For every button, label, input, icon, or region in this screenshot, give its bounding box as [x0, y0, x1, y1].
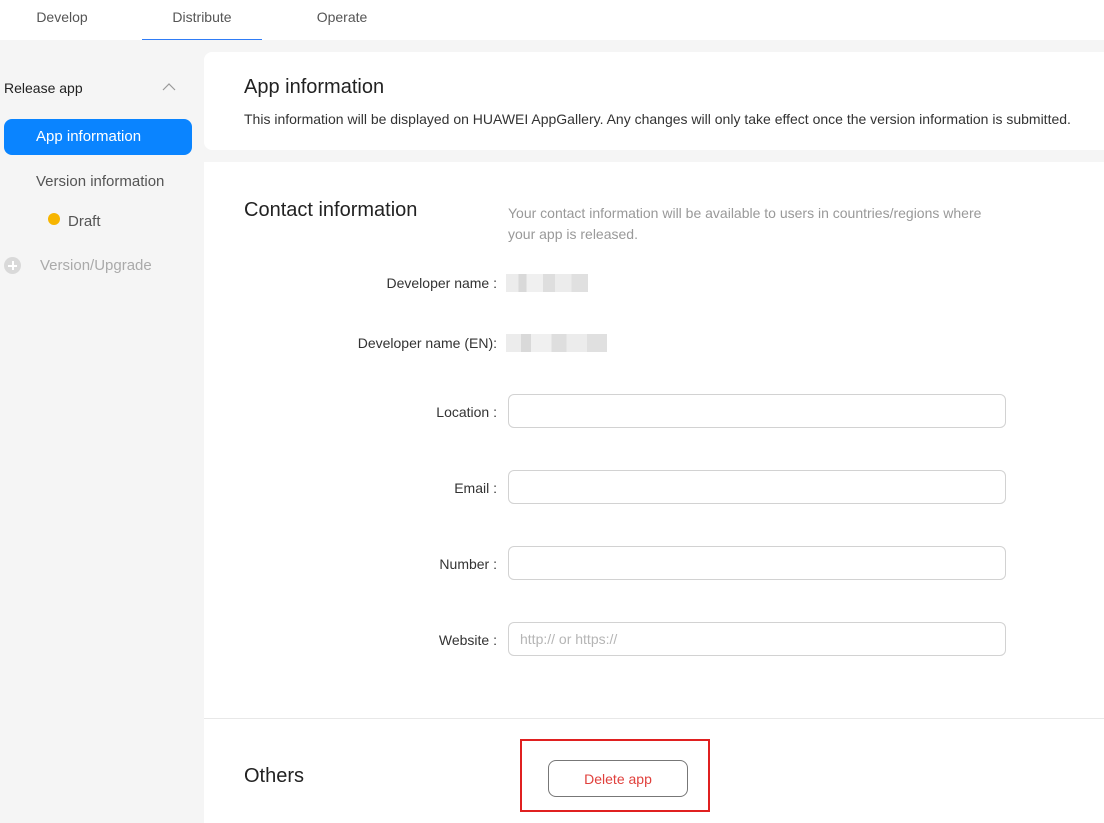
- draft-status-dot-icon: [48, 213, 60, 225]
- email-label: Email :: [454, 480, 497, 496]
- sidebar-item-label: App information: [36, 128, 142, 145]
- developer-name-value-redacted: [506, 274, 588, 292]
- contact-information-section: Contact information Your contact informa…: [204, 162, 1104, 719]
- tab-operate[interactable]: Operate: [302, 0, 382, 40]
- sidebar-item-draft[interactable]: Draft: [68, 213, 101, 230]
- sidebar-item-version-upgrade[interactable]: Version/Upgrade: [40, 257, 152, 274]
- sidebar-section-release-app[interactable]: Release app: [4, 80, 83, 96]
- others-section: Others Delete app: [204, 719, 1104, 823]
- location-input[interactable]: [508, 394, 1006, 428]
- app-information-header: App information This information will be…: [204, 52, 1104, 150]
- number-label: Number :: [439, 556, 497, 572]
- sidebar-item-version-information[interactable]: Version information: [36, 173, 164, 190]
- website-input[interactable]: [508, 622, 1006, 656]
- contact-information-title: Contact information: [244, 199, 418, 221]
- others-title: Others: [244, 765, 305, 787]
- number-input[interactable]: [508, 546, 1006, 580]
- contact-information-description: Your contact information will be availab…: [508, 205, 982, 242]
- delete-app-button[interactable]: Delete app: [548, 760, 688, 797]
- location-label: Location :: [436, 404, 497, 420]
- developer-name-en-label: Developer name (EN):: [357, 335, 497, 351]
- sidebar: Release app App information Version info…: [0, 40, 203, 823]
- tab-distribute[interactable]: Distribute: [142, 0, 262, 40]
- plus-circle-icon: [4, 257, 21, 274]
- tab-develop[interactable]: Develop: [22, 0, 102, 40]
- email-input[interactable]: [508, 470, 1006, 504]
- developer-name-en-value-redacted: [506, 334, 607, 352]
- page-title: App information: [244, 76, 385, 98]
- top-nav: Develop Distribute Operate: [0, 0, 1104, 40]
- sidebar-item-app-information[interactable]: App information: [4, 119, 192, 155]
- page-description: This information will be displayed on HU…: [244, 111, 1071, 127]
- chevron-up-icon[interactable]: [162, 82, 176, 92]
- developer-name-label: Developer name :: [386, 275, 497, 291]
- website-label: Website :: [438, 632, 497, 648]
